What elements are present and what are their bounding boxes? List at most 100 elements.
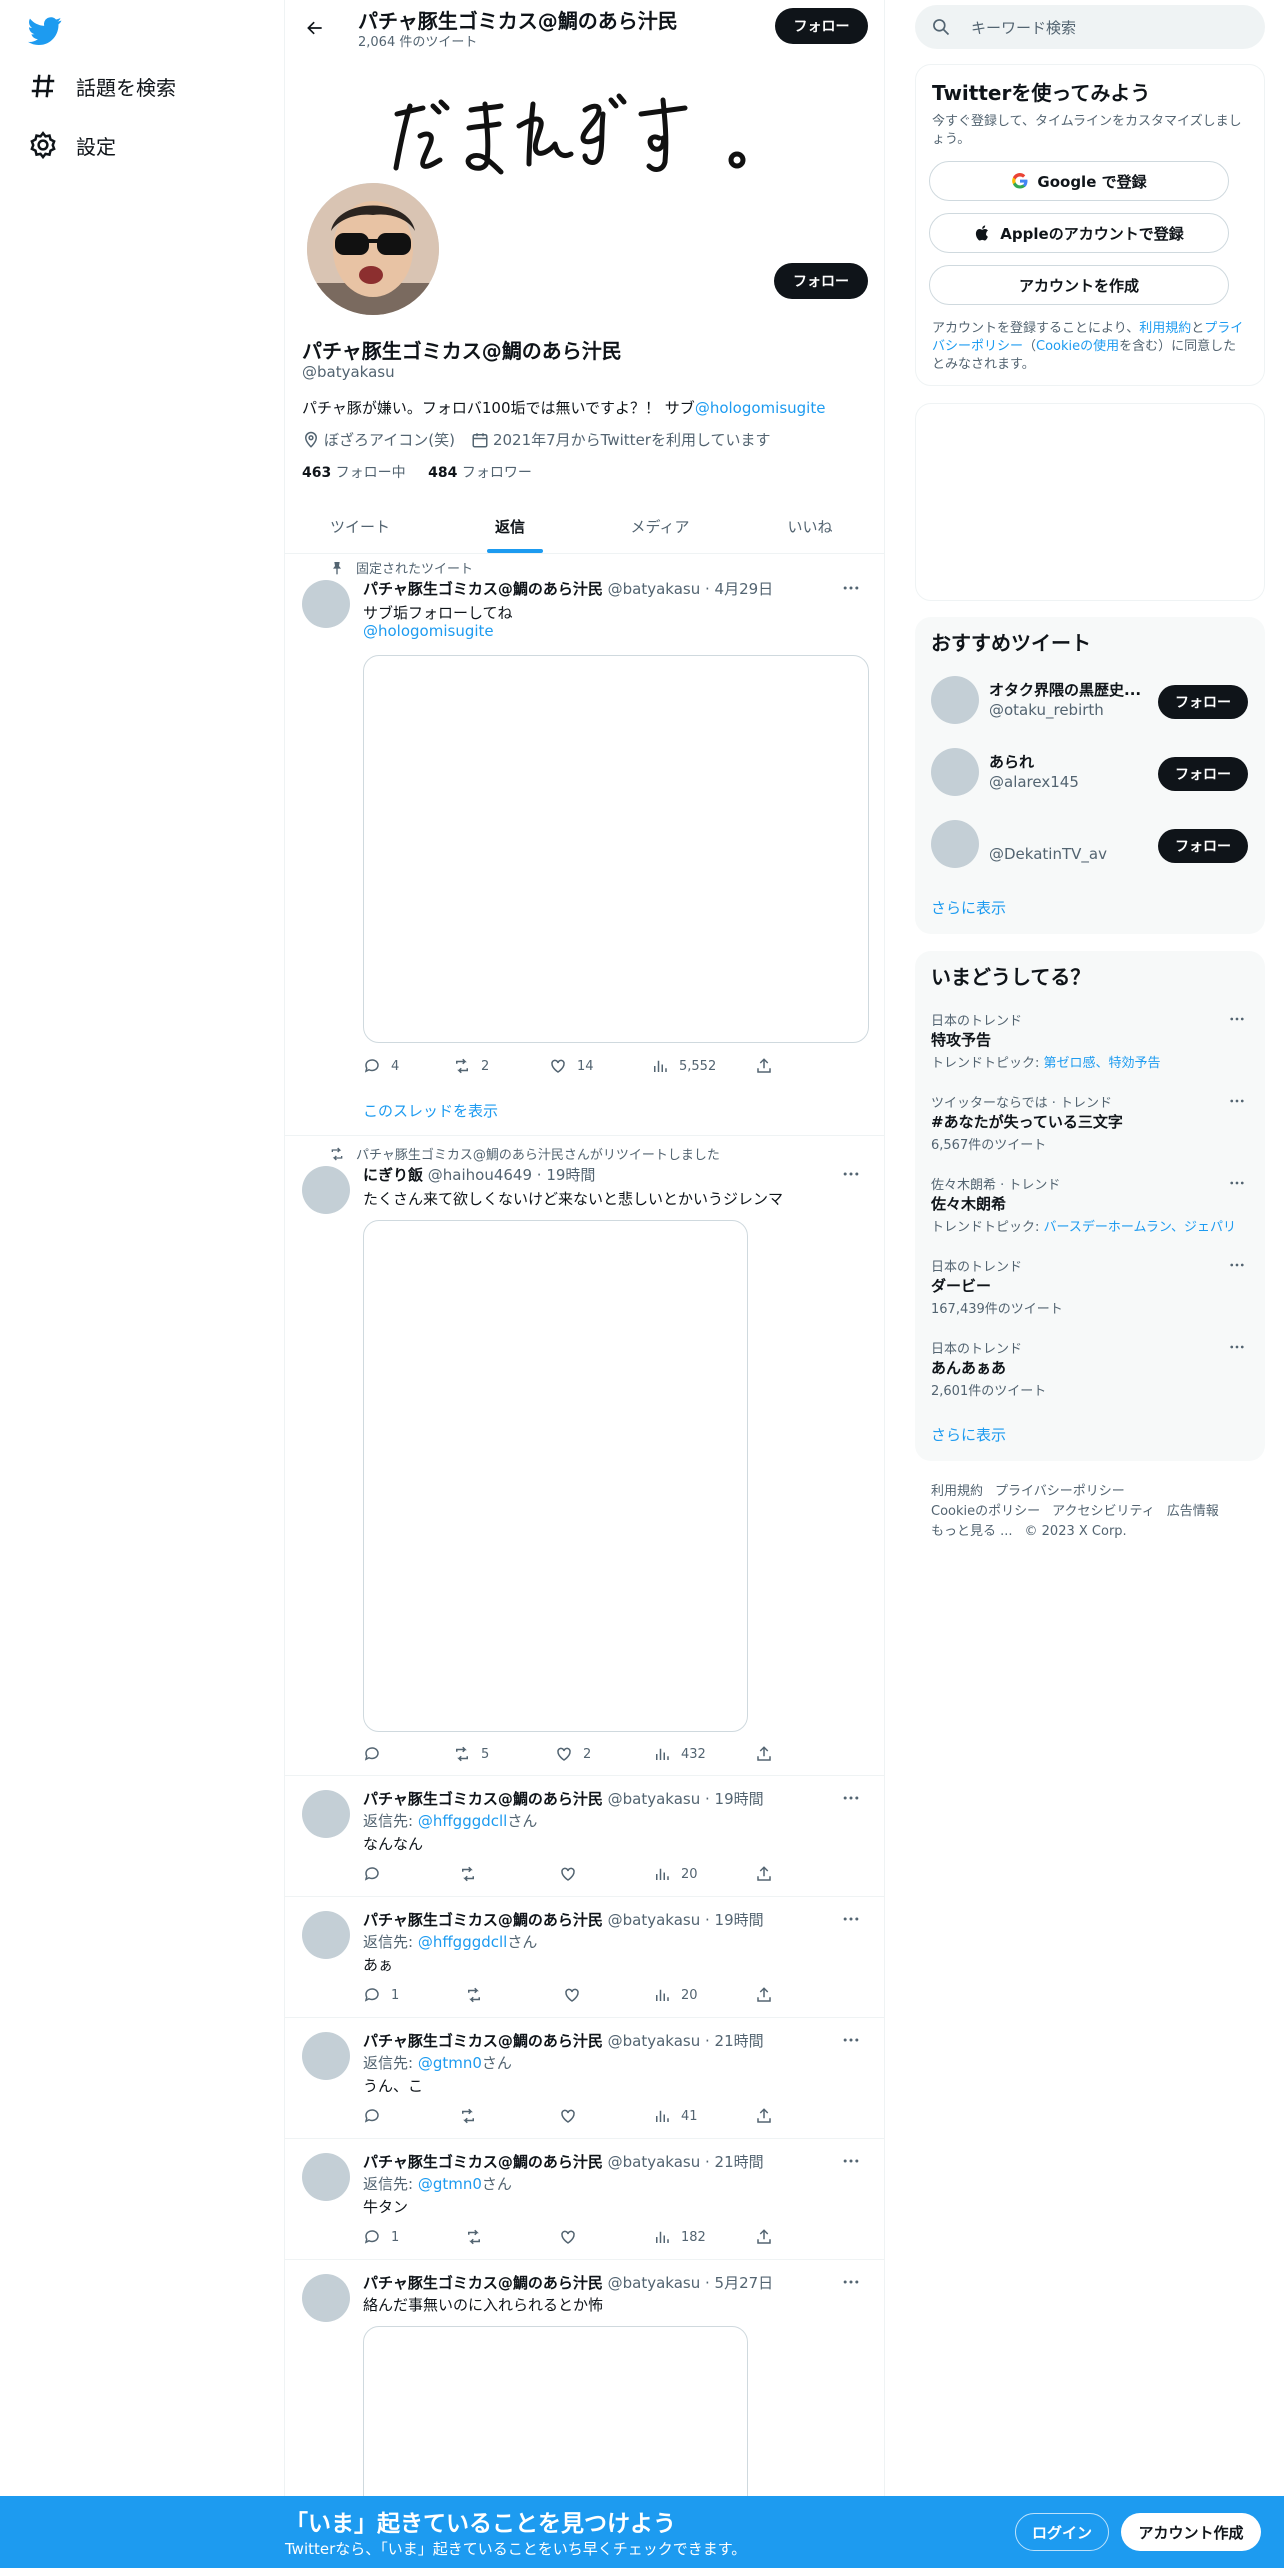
reply-to-link[interactable]: @hffgggdcll [418,1812,508,1830]
tweet-item[interactable]: パチャ豚生ゴミカス@鯛のあら汁民さんがリツイートしました にぎり飯 @haiho… [285,1136,884,1776]
tweet-avatar[interactable] [302,1166,350,1214]
bio-link[interactable]: @hologomisugite [695,399,826,417]
tab-tweets[interactable]: ツイート [285,500,435,553]
share-button[interactable] [755,1864,783,1884]
footer-link[interactable]: 利用規約 [931,1484,983,1499]
more-options-icon[interactable] [836,2272,866,2292]
reply-to-link[interactable]: @gtmn0 [418,2175,482,2193]
tweet-avatar[interactable] [302,1790,350,1838]
tweet-avatar[interactable] [302,1911,350,1959]
like-button[interactable] [559,1864,587,1884]
like-button[interactable] [559,2106,587,2126]
more-options-icon[interactable] [836,1164,866,1184]
more-options-icon[interactable] [836,578,866,598]
share-button[interactable] [755,2227,783,2247]
recommended-avatar[interactable] [931,820,979,868]
footer-more-link[interactable]: もっと見る ... [931,1524,1013,1539]
share-button[interactable] [755,1744,783,1764]
create-account-button[interactable]: アカウントを作成 [929,265,1229,305]
header-follow-button[interactable]: フォロー [775,8,868,44]
recommended-show-more[interactable]: さらに表示 [931,897,1006,918]
cookie-link[interactable]: Cookieの使用 [1036,339,1119,354]
tweet-avatar[interactable] [302,2153,350,2201]
recommended-avatar[interactable] [931,748,979,796]
google-signup-button[interactable]: Google で登録 [929,161,1229,201]
tab-replies[interactable]: 返信 [435,500,585,553]
recommended-avatar[interactable] [931,676,979,724]
following-link[interactable]: 463 フォロー中 [302,465,406,481]
recommended-follow-button[interactable]: フォロー [1158,685,1248,719]
views-button[interactable]: 432 [653,1744,706,1764]
terms-link[interactable]: 利用規約 [1139,321,1191,336]
back-arrow-icon[interactable] [299,12,331,44]
like-button[interactable]: 14 [549,1056,594,1076]
retweet-button[interactable] [459,1864,487,1884]
tweet-avatar[interactable] [302,2032,350,2080]
footer-link[interactable]: Cookieのポリシー [931,1504,1040,1519]
profile-banner[interactable] [285,54,884,199]
reply-to-link[interactable]: @hffgggdcll [418,1933,508,1951]
reply-button[interactable] [363,1744,391,1764]
nav-settings[interactable]: 設定 [28,125,116,165]
trends-show-more[interactable]: さらに表示 [931,1424,1006,1445]
views-button[interactable]: 20 [653,1985,698,2005]
more-options-icon[interactable] [1225,1337,1249,1357]
tweet-avatar[interactable] [302,580,350,628]
followers-link[interactable]: 484 フォロワー [428,465,532,481]
tweet-item[interactable]: パチャ豚生ゴミカス@鯛のあら汁民 @batyakasu · 21時間 返信先: … [285,2018,884,2139]
reply-button[interactable]: 4 [363,1056,399,1076]
more-options-icon[interactable] [1225,1009,1249,1029]
like-button[interactable] [563,1985,591,2005]
reply-button[interactable] [363,1864,391,1884]
twitter-logo-icon[interactable] [28,14,62,48]
footer-link[interactable]: アクセシビリティ [1052,1504,1155,1519]
retweet-button[interactable]: 2 [453,1056,489,1076]
signup-button[interactable]: アカウント作成 [1121,2513,1261,2551]
apple-signup-button[interactable]: Appleのアカウントで登録 [929,213,1229,253]
more-options-icon[interactable] [836,2151,866,2171]
views-button[interactable]: 182 [653,2227,706,2247]
profile-follow-button[interactable]: フォロー [774,263,868,299]
tweet-item[interactable]: パチャ豚生ゴミカス@鯛のあら汁民 @batyakasu · 21時間 返信先: … [285,2139,884,2260]
more-options-icon[interactable] [836,1788,866,1808]
more-options-icon[interactable] [836,2030,866,2050]
views-button[interactable]: 41 [653,2106,698,2126]
reply-button[interactable] [363,2106,391,2126]
tweet-item[interactable]: パチャ豚生ゴミカス@鯛のあら汁民 @batyakasu · 19時間 返信先: … [285,1897,884,2018]
tweet-mention-link[interactable]: @hologomisugite [363,622,494,640]
login-button[interactable]: ログイン [1015,2513,1109,2551]
share-button[interactable] [755,1056,783,1076]
reply-button[interactable]: 1 [363,2227,399,2247]
like-button[interactable]: 2 [555,1744,591,1764]
share-button[interactable] [755,1985,783,2005]
more-options-icon[interactable] [836,1909,866,1929]
profile-avatar[interactable] [303,179,443,319]
tab-likes[interactable]: いいね [735,500,884,553]
recommended-follow-button[interactable]: フォロー [1158,757,1248,791]
more-options-icon[interactable] [1225,1255,1249,1275]
like-button[interactable] [559,2227,587,2247]
footer-link[interactable]: 広告情報 [1167,1504,1219,1519]
search-box[interactable]: キーワード検索 [915,5,1265,49]
views-button[interactable]: 20 [653,1864,698,1884]
footer-link[interactable]: プライバシーポリシー [995,1484,1125,1499]
tweet-item[interactable]: パチャ豚生ゴミカス@鯛のあら汁民 @batyakasu · 19時間 返信先: … [285,1776,884,1897]
reply-button[interactable]: 1 [363,1985,399,2005]
tab-media[interactable]: メディア [585,500,735,553]
views-button[interactable]: 5,552 [651,1056,716,1076]
more-options-icon[interactable] [1225,1091,1249,1111]
more-options-icon[interactable] [1225,1173,1249,1193]
retweet-button[interactable]: 5 [453,1744,489,1764]
recommended-name[interactable]: オタク界隈の黒歴史... [989,679,1149,700]
recommended-follow-button[interactable]: フォロー [1158,829,1248,863]
share-button[interactable] [755,2106,783,2126]
tweet-media[interactable] [363,655,869,1043]
retweet-button[interactable] [459,2106,487,2126]
retweet-button[interactable] [465,1985,493,2005]
recommended-name[interactable]: あられ [989,751,1149,772]
tweet-item[interactable]: 固定されたツイート パチャ豚生ゴミカス@鯛のあら汁民 @batyakasu · … [285,554,884,1136]
show-thread-link[interactable]: このスレッドを表示 [363,1100,498,1121]
tweet-media[interactable] [363,1220,748,1732]
reply-to-link[interactable]: @gtmn0 [418,2054,482,2072]
tweet-avatar[interactable] [302,2274,350,2322]
